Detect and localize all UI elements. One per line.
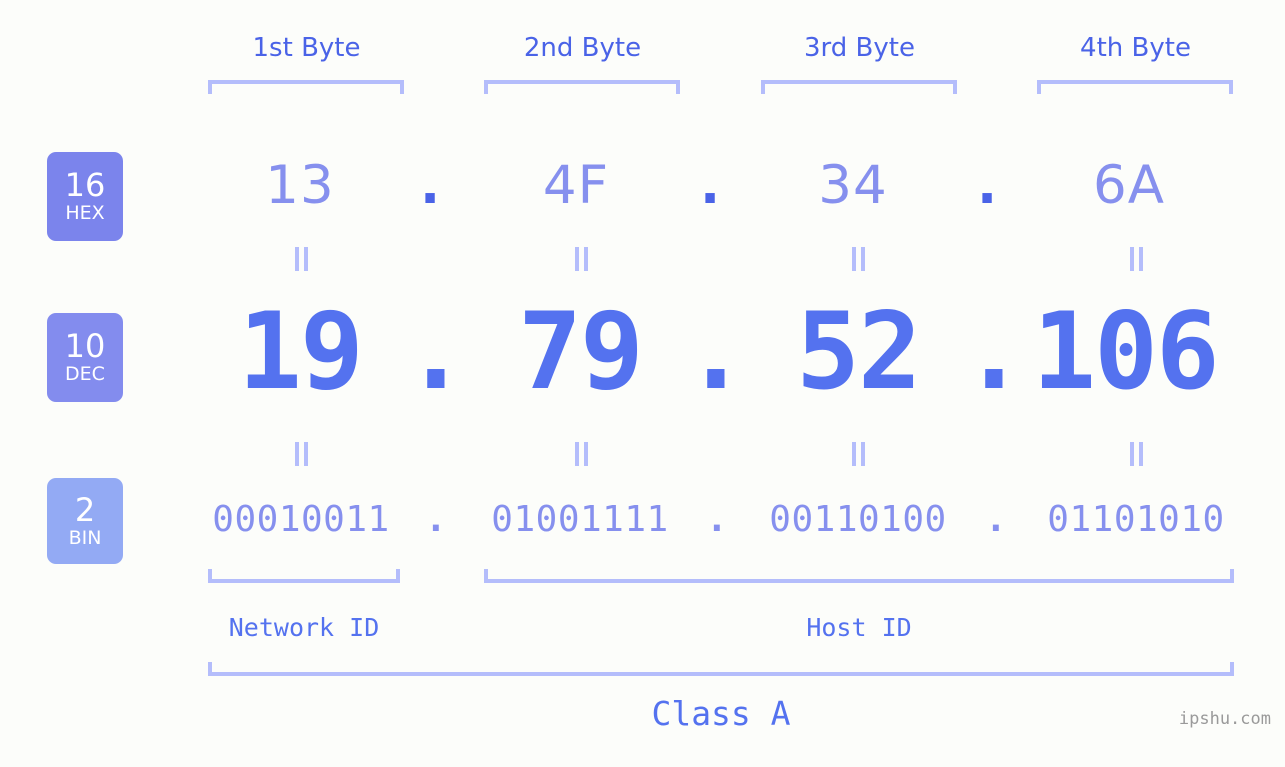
equals-icon-hex-dec-2	[570, 246, 592, 272]
hex-octet-2: 4F	[542, 155, 610, 216]
byte-header-1: 1st Byte	[252, 33, 361, 63]
bin-separator-2: .	[706, 499, 728, 540]
hex-separator-2: .	[700, 155, 721, 216]
host-id-bracket	[484, 569, 1234, 583]
dec-separator-2: .	[684, 290, 748, 413]
byte-bracket-1	[208, 80, 404, 94]
bin-octet-4: 01101010	[1047, 499, 1225, 540]
hex-separator-3: .	[977, 155, 998, 216]
base-badge-hex-label: HEX	[65, 202, 105, 224]
bin-octet-2: 01001111	[491, 499, 669, 540]
equals-icon-hex-dec-1	[290, 246, 312, 272]
class-label: Class A	[651, 694, 791, 733]
base-badge-dec-label: DEC	[65, 363, 105, 385]
byte-bracket-4	[1037, 80, 1233, 94]
bin-octet-3: 00110100	[769, 499, 947, 540]
base-badge-dec-number: 10	[64, 327, 106, 365]
base-badge-hex-number: 16	[64, 166, 106, 204]
byte-bracket-2	[484, 80, 680, 94]
dec-octet-2: 79	[518, 290, 644, 413]
equals-icon-hex-dec-4	[1125, 246, 1147, 272]
base-badge-hex: 16 HEX	[47, 152, 123, 241]
dec-separator-3: .	[962, 290, 1026, 413]
ip-breakdown-diagram: 1st Byte 2nd Byte 3rd Byte 4th Byte 16 H…	[0, 0, 1285, 767]
dec-octet-4: 106	[1032, 290, 1219, 413]
hex-octet-1: 13	[265, 155, 335, 216]
hex-octet-4: 6A	[1093, 155, 1165, 216]
equals-icon-dec-bin-3	[847, 441, 869, 467]
equals-icon-hex-dec-3	[847, 246, 869, 272]
base-badge-dec: 10 DEC	[47, 313, 123, 402]
site-watermark: ipshu.com	[1178, 709, 1271, 729]
dec-octet-3: 52	[796, 290, 922, 413]
equals-icon-dec-bin-4	[1125, 441, 1147, 467]
byte-header-2: 2nd Byte	[523, 33, 642, 63]
base-badge-bin-label: BIN	[68, 526, 102, 549]
equals-icon-dec-bin-1	[290, 441, 312, 467]
host-id-label: Host ID	[806, 613, 912, 642]
byte-header-3: 3rd Byte	[804, 33, 915, 63]
equals-icon-dec-bin-2	[570, 441, 592, 467]
base-badge-bin-number: 2	[74, 490, 96, 529]
hex-octet-3: 34	[818, 155, 888, 216]
byte-header-4: 4th Byte	[1080, 33, 1191, 63]
dec-octet-1: 19	[238, 290, 364, 413]
base-badge-bin: 2 BIN	[47, 478, 123, 564]
hex-separator-1: .	[420, 155, 441, 216]
bin-separator-3: .	[985, 499, 1007, 540]
byte-bracket-3	[761, 80, 957, 94]
bin-separator-1: .	[425, 499, 447, 540]
dec-separator-1: .	[404, 290, 468, 413]
network-id-bracket	[208, 569, 400, 583]
bin-octet-1: 00010011	[212, 499, 390, 540]
class-bracket	[208, 662, 1234, 676]
network-id-label: Network ID	[228, 613, 380, 642]
